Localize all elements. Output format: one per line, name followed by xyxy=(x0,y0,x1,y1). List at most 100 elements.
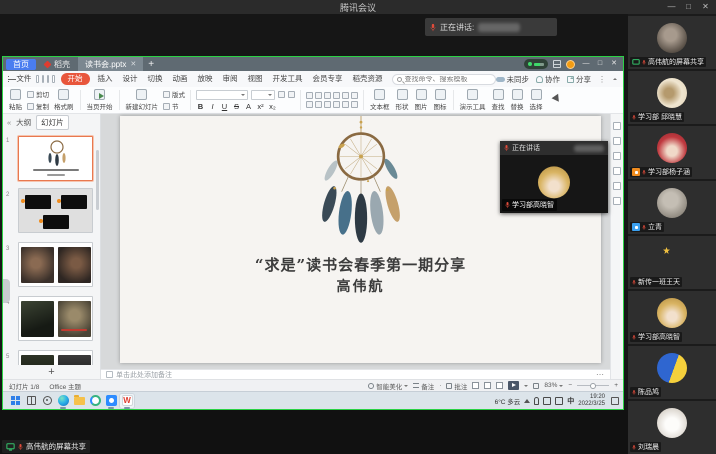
zoom-slider[interactable] xyxy=(577,385,609,386)
redo-icon[interactable] xyxy=(52,75,54,83)
file-explorer-button[interactable] xyxy=(72,394,86,408)
slide-thumbnail-2[interactable] xyxy=(18,188,93,233)
align-right-icon[interactable] xyxy=(324,101,331,108)
panel-tab-outline[interactable]: 大纲 xyxy=(16,117,31,128)
bold-button[interactable]: B xyxy=(196,102,205,111)
wps-minimize-icon[interactable]: — xyxy=(579,57,593,71)
slide-thumbnail-1[interactable] xyxy=(18,136,93,181)
ribbon-tab-animation[interactable]: 动画 xyxy=(168,71,193,87)
participant-tile[interactable]: 新传一班王天 xyxy=(628,236,716,289)
normal-view-icon[interactable] xyxy=(472,382,479,389)
ribbon-tab-transition[interactable]: 切换 xyxy=(143,71,168,87)
properties-icon[interactable] xyxy=(613,122,621,130)
sorter-view-icon[interactable] xyxy=(484,382,491,389)
document-tab[interactable]: 读书会.pptx ✕ xyxy=(78,57,143,71)
history-icon[interactable] xyxy=(613,167,621,175)
ime-indicator[interactable]: 中 xyxy=(567,396,574,406)
subscript-button[interactable]: x₂ xyxy=(268,102,277,111)
superscript-button[interactable]: x² xyxy=(256,102,265,111)
section-button[interactable]: 节 xyxy=(163,101,185,111)
notes-toggle[interactable]: 备注 xyxy=(413,381,434,391)
paragraph-settings-icon[interactable] xyxy=(351,101,358,108)
replace-button[interactable]: 替换 xyxy=(508,89,527,111)
italic-button[interactable]: I xyxy=(208,102,217,111)
ribbon-tab-slideshow[interactable]: 放映 xyxy=(193,71,218,87)
align-left-icon[interactable] xyxy=(306,101,313,108)
ribbon-tab-design[interactable]: 设计 xyxy=(118,71,143,87)
comments-panel-icon[interactable] xyxy=(613,152,621,160)
indent-increase-icon[interactable] xyxy=(333,92,340,99)
ribbon-tab-docer[interactable]: 稻壳资源 xyxy=(348,71,388,87)
notification-center-icon[interactable] xyxy=(611,397,619,405)
print-icon[interactable] xyxy=(42,75,44,83)
justify-icon[interactable] xyxy=(333,101,340,108)
start-button[interactable] xyxy=(8,394,22,408)
panel-collapse-handle[interactable] xyxy=(3,279,10,303)
tray-display-icon[interactable] xyxy=(543,397,551,405)
collapse-ribbon-icon[interactable] xyxy=(613,76,617,80)
sync-status[interactable]: 未同步 xyxy=(496,74,530,85)
indent-decrease-icon[interactable] xyxy=(324,92,331,99)
participant-tile[interactable]: 刘瑞晨 xyxy=(628,401,716,454)
align-center-icon[interactable] xyxy=(315,101,322,108)
comments-toggle[interactable]: 批注 xyxy=(446,381,467,391)
participant-tile[interactable]: 学习部杨子涵 xyxy=(628,126,716,179)
font-family-select[interactable] xyxy=(196,90,248,100)
tencent-docs-button[interactable] xyxy=(88,394,102,408)
fit-window-icon[interactable] xyxy=(533,383,539,389)
new-tab-button[interactable]: + xyxy=(148,59,154,70)
copy-button[interactable]: 复制 xyxy=(27,101,49,111)
collaborate-button[interactable]: 协作 xyxy=(536,74,560,85)
ribbon-tab-view[interactable]: 视图 xyxy=(243,71,268,87)
collapse-panel-icon[interactable]: « xyxy=(7,118,11,127)
new-slide-button[interactable]: 新建幻灯片 xyxy=(123,89,162,111)
search-input[interactable] xyxy=(405,76,491,83)
select-button[interactable]: 选择 xyxy=(527,89,546,111)
tray-volume-icon[interactable] xyxy=(555,397,563,405)
ribbon-tab-insert[interactable]: 插入 xyxy=(93,71,118,87)
weather-widget[interactable]: 6°C 多云 xyxy=(495,396,521,406)
presentation-tools-button[interactable]: 演示工具 xyxy=(457,89,489,111)
wps-maximize-icon[interactable]: □ xyxy=(593,57,607,71)
play-from-current-button[interactable]: 当页开始 xyxy=(84,89,116,111)
tray-mic-icon[interactable] xyxy=(534,397,539,405)
text-direction-icon[interactable] xyxy=(351,92,358,99)
slideshow-dropdown-icon[interactable] xyxy=(524,385,528,389)
task-view-button[interactable] xyxy=(24,394,38,408)
slide-thumbnail-5[interactable] xyxy=(18,350,93,365)
find-button[interactable]: 查找 xyxy=(489,89,508,111)
textbox-button[interactable]: 文本框 xyxy=(367,89,393,111)
slide-thumbnail-3[interactable] xyxy=(18,242,93,287)
participant-tile[interactable]: 高伟航的屏幕共享 xyxy=(628,16,716,69)
increase-font-icon[interactable] xyxy=(278,91,285,98)
notes-more-icon[interactable]: ⋯ xyxy=(596,370,605,379)
strikethrough-button[interactable]: S xyxy=(232,102,241,111)
wps-account-avatar[interactable] xyxy=(566,60,575,69)
save-icon[interactable] xyxy=(36,75,38,83)
wps-home-tab[interactable]: 首页 xyxy=(6,59,36,70)
reading-view-icon[interactable] xyxy=(496,382,503,389)
zoom-in-button[interactable]: + xyxy=(614,382,618,389)
zoom-knob[interactable] xyxy=(590,383,596,389)
close-icon[interactable]: ✕ xyxy=(697,0,714,14)
more-icon[interactable]: ⋮ xyxy=(598,75,606,84)
layout-button[interactable]: 版式 xyxy=(163,89,185,99)
settings-taskbar-button[interactable] xyxy=(40,394,54,408)
font-color-button[interactable]: A xyxy=(244,102,253,111)
shapes-button[interactable]: 形状 xyxy=(393,89,412,111)
edge-button[interactable] xyxy=(56,394,70,408)
participant-tile[interactable]: 陈品鸠 xyxy=(628,346,716,399)
ribbon-tab-member[interactable]: 会员专享 xyxy=(308,71,348,87)
wps-taskbar-button[interactable]: W xyxy=(120,394,134,408)
participant-tile[interactable]: 立青 xyxy=(628,181,716,234)
tray-expand-icon[interactable] xyxy=(524,396,530,403)
zoom-level[interactable]: 83% xyxy=(544,382,563,389)
wps-docer-tab[interactable]: 稻壳 xyxy=(36,57,78,71)
decrease-font-icon[interactable] xyxy=(288,91,295,98)
pin-icon[interactable] xyxy=(613,137,621,145)
picture-button[interactable]: 图片 xyxy=(412,89,431,111)
help-icon[interactable] xyxy=(613,182,621,190)
participant-tile[interactable]: 学习部高晓智 xyxy=(628,291,716,344)
settings-icon[interactable] xyxy=(613,197,621,205)
floating-speaker-panel[interactable]: 正在讲话 学习部高晓智 xyxy=(500,141,608,213)
